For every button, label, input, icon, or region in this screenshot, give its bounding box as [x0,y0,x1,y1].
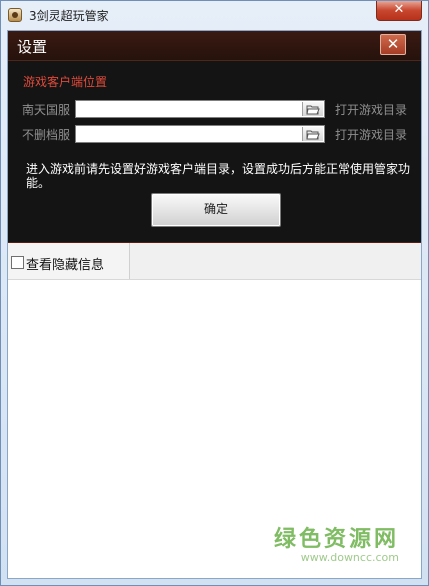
server-label-nantian: 南天国服 [22,103,71,117]
window-close-button[interactable]: ✕ [376,1,422,21]
folder-open-icon [306,130,320,140]
path-input-nantian[interactable] [76,101,302,117]
show-hidden-label: 查看隐藏信息 [26,258,105,273]
open-dir-link-budelete[interactable]: 打开游戏目录 [335,126,407,143]
setup-notice: 进入游戏前请先设置好游戏客户端目录，设置成功后方能正常使用管家功能。 [26,162,411,190]
close-icon: ✕ [386,35,400,53]
path-field-budelete[interactable] [75,125,325,143]
settings-panel: 设置 ✕ 游戏客户端位置 南天国服 打开游戏目录 不删档服 打开游戏目录 进入游… [8,31,421,243]
browse-button-nantian[interactable] [302,102,323,116]
app-window: 3剑灵超玩管家 ✕ 设置 ✕ 游戏客户端位置 南天国服 打开游戏目录 不删档服 … [0,0,429,586]
open-dir-link-nantian[interactable]: 打开游戏目录 [335,101,407,118]
confirm-button[interactable]: 确定 [151,193,281,227]
close-icon: ✕ [393,2,405,17]
folder-open-icon [306,105,320,115]
window-title: 3剑灵超玩管家 [29,9,109,23]
watermark-text: 绿色资源网 [273,527,399,552]
settings-header: 设置 ✕ [8,31,421,61]
path-field-nantian[interactable] [75,100,325,118]
options-strip: 查看隐藏信息 [8,243,421,280]
browse-button-budelete[interactable] [302,127,323,141]
client-location-heading: 游戏客户端位置 [23,75,108,89]
app-logo-icon [8,8,22,22]
client-area: 设置 ✕ 游戏客户端位置 南天国服 打开游戏目录 不删档服 打开游戏目录 进入游… [7,30,422,579]
show-hidden-option[interactable]: 查看隐藏信息 [8,243,130,279]
title-bar[interactable]: 3剑灵超玩管家 ✕ [1,1,428,29]
show-hidden-checkbox[interactable] [11,256,24,269]
path-input-budelete[interactable] [76,126,302,142]
settings-title: 设置 [17,38,48,56]
settings-close-button[interactable]: ✕ [380,34,406,55]
server-label-budelete: 不删档服 [22,128,71,142]
watermark: 绿色资源网 www.downcc.com [274,521,399,564]
